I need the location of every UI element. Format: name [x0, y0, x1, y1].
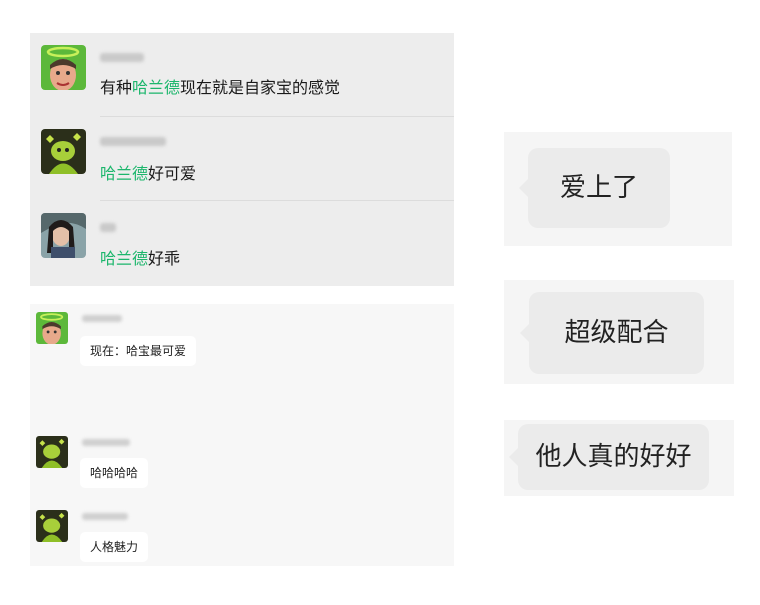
- comment-text: 有种哈兰德现在就是自家宝的感觉: [100, 78, 340, 98]
- bubble-panel: 超级配合: [504, 280, 734, 384]
- username-blurred: [82, 315, 122, 322]
- comment-highlight: 哈兰德: [132, 78, 181, 97]
- message-bubble[interactable]: 他人真的好好: [509, 424, 709, 490]
- comment-text: 哈兰德好可爱: [100, 164, 196, 184]
- avatar[interactable]: [36, 510, 68, 542]
- username-blurred: [100, 223, 116, 232]
- comment-list: 有种哈兰德现在就是自家宝的感觉 哈兰德好可爱 哈兰德好乖: [30, 33, 454, 286]
- comment-suffix: 现在就是自家宝的感觉: [180, 78, 341, 97]
- comment-highlight: 哈兰德: [100, 249, 149, 268]
- message-bubble[interactable]: 爱上了: [519, 148, 670, 228]
- username-blurred: [100, 53, 144, 62]
- chat-bubble[interactable]: 现在：哈宝最可爱: [80, 336, 197, 366]
- avatar[interactable]: [36, 436, 68, 468]
- comment-prefix: 有种: [100, 78, 133, 97]
- avatar[interactable]: [41, 45, 86, 90]
- comment-item[interactable]: 有种哈兰德现在就是自家宝的感觉: [30, 33, 454, 117]
- comment-item[interactable]: 哈兰德好乖: [30, 201, 454, 285]
- comment-highlight: 哈兰德: [100, 164, 149, 183]
- comment-suffix: 好乖: [148, 249, 181, 268]
- chat-message: 现在：哈宝最可爱: [30, 312, 454, 372]
- comment-item[interactable]: 哈兰德好可爱: [30, 117, 454, 201]
- chat-list: 现在：哈宝最可爱 哈哈哈哈 人格魅力: [30, 304, 454, 566]
- comment-text: 哈兰德好乖: [100, 249, 180, 269]
- avatar[interactable]: [36, 312, 68, 344]
- chat-bubble[interactable]: 哈哈哈哈: [80, 458, 149, 488]
- bubble-panel: 他人真的好好: [504, 420, 734, 496]
- username-blurred: [100, 137, 166, 146]
- comment-suffix: 好可爱: [148, 164, 197, 183]
- avatar[interactable]: [41, 129, 86, 174]
- bubble-panel: 爱上了: [504, 132, 732, 246]
- chat-bubble[interactable]: 人格魅力: [80, 532, 149, 562]
- username-blurred: [82, 513, 128, 520]
- username-blurred: [82, 439, 130, 446]
- chat-message: 人格魅力: [30, 510, 454, 566]
- chat-message: 哈哈哈哈: [30, 436, 454, 496]
- avatar[interactable]: [41, 213, 86, 258]
- message-bubble[interactable]: 超级配合: [520, 292, 704, 374]
